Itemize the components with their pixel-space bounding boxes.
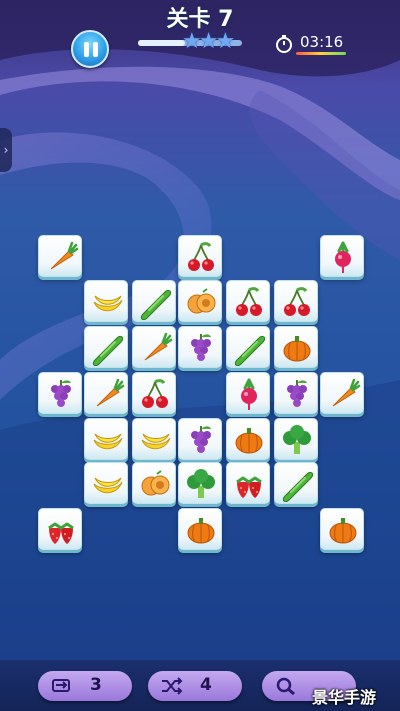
cherry-icon — [236, 287, 262, 316]
pumpkin-icon — [235, 428, 263, 454]
banana-tile[interactable] — [84, 418, 128, 460]
radish-icon — [335, 241, 351, 273]
cucumber-icon — [234, 335, 266, 366]
pause-icon — [84, 42, 89, 57]
pause-button[interactable] — [71, 30, 109, 68]
banana-tile[interactable] — [84, 280, 128, 322]
broccoli-tile[interactable] — [178, 462, 222, 504]
carrot-tile[interactable] — [84, 372, 128, 414]
grape-icon — [191, 334, 211, 361]
carrot-icon — [96, 378, 125, 407]
banana-icon — [93, 433, 123, 450]
grape-icon — [191, 426, 211, 453]
grape-tile[interactable] — [178, 418, 222, 460]
strawberry-icon — [236, 476, 262, 498]
star-rating: ★★★ — [182, 29, 235, 54]
carrot-tile[interactable] — [132, 326, 176, 368]
banana-icon — [93, 477, 123, 494]
undo-button[interactable]: 3 — [38, 671, 132, 701]
apricot-tile[interactable] — [132, 462, 176, 504]
strawberry-tile[interactable] — [226, 462, 270, 504]
banana-tile[interactable] — [132, 418, 176, 460]
apricot-icon — [141, 470, 170, 496]
grape-icon — [51, 380, 71, 407]
carrot-tile[interactable] — [38, 235, 82, 277]
cucumber-tile[interactable] — [274, 462, 318, 504]
magnifier-icon — [276, 677, 295, 696]
cherry-tile[interactable] — [132, 372, 176, 414]
grape-tile[interactable] — [274, 372, 318, 414]
carrot-icon — [144, 332, 173, 361]
carrot-icon — [332, 378, 361, 407]
cucumber-icon — [282, 471, 314, 502]
shuffle-count: 4 — [200, 675, 212, 695]
cherry-tile[interactable] — [226, 280, 270, 322]
shuffle-button[interactable]: 4 — [148, 671, 242, 701]
carrot-tile[interactable] — [320, 372, 364, 414]
cherry-icon — [188, 242, 214, 271]
level-progress-fill — [138, 40, 185, 46]
broccoli-icon — [187, 469, 215, 498]
cucumber-icon — [92, 335, 124, 366]
top-hud: 关卡 7 ★★★ 03:16 — [0, 0, 400, 68]
apricot-icon — [187, 288, 216, 314]
pumpkin-icon — [283, 336, 311, 362]
cucumber-tile[interactable] — [84, 326, 128, 368]
side-drawer-tab[interactable]: › — [0, 128, 12, 172]
apricot-tile[interactable] — [178, 280, 222, 322]
pumpkin-tile[interactable] — [274, 326, 318, 368]
undo-icon — [52, 679, 70, 692]
pumpkin-tile[interactable] — [226, 418, 270, 460]
pause-icon — [93, 42, 98, 57]
cucumber-tile[interactable] — [226, 326, 270, 368]
broccoli-tile[interactable] — [274, 418, 318, 460]
shuffle-icon — [162, 677, 183, 695]
cucumber-icon — [140, 289, 172, 320]
grape-tile[interactable] — [38, 372, 82, 414]
grape-tile[interactable] — [178, 326, 222, 368]
carrot-icon — [50, 241, 79, 270]
cherry-icon — [142, 379, 168, 408]
cherry-tile[interactable] — [274, 280, 318, 322]
strawberry-icon — [48, 522, 74, 544]
pumpkin-icon — [187, 518, 215, 544]
radish-tile[interactable] — [320, 235, 364, 277]
pumpkin-tile[interactable] — [320, 508, 364, 550]
pumpkin-icon — [329, 518, 357, 544]
stopwatch-icon — [276, 35, 292, 53]
cherry-tile[interactable] — [178, 235, 222, 277]
radish-icon — [241, 378, 257, 410]
banana-tile[interactable] — [84, 462, 128, 504]
watermark-logo: 景华手游 — [312, 688, 377, 707]
undo-count: 3 — [90, 675, 102, 695]
pumpkin-tile[interactable] — [178, 508, 222, 550]
broccoli-icon — [283, 425, 311, 454]
grape-icon — [287, 380, 307, 407]
strawberry-tile[interactable] — [38, 508, 82, 550]
banana-icon — [141, 433, 171, 450]
radish-tile[interactable] — [226, 372, 270, 414]
cherry-icon — [284, 287, 310, 316]
cucumber-tile[interactable] — [132, 280, 176, 322]
timer-bar — [296, 52, 346, 55]
banana-icon — [93, 295, 123, 312]
timer-readout: 03:16 — [300, 33, 344, 51]
